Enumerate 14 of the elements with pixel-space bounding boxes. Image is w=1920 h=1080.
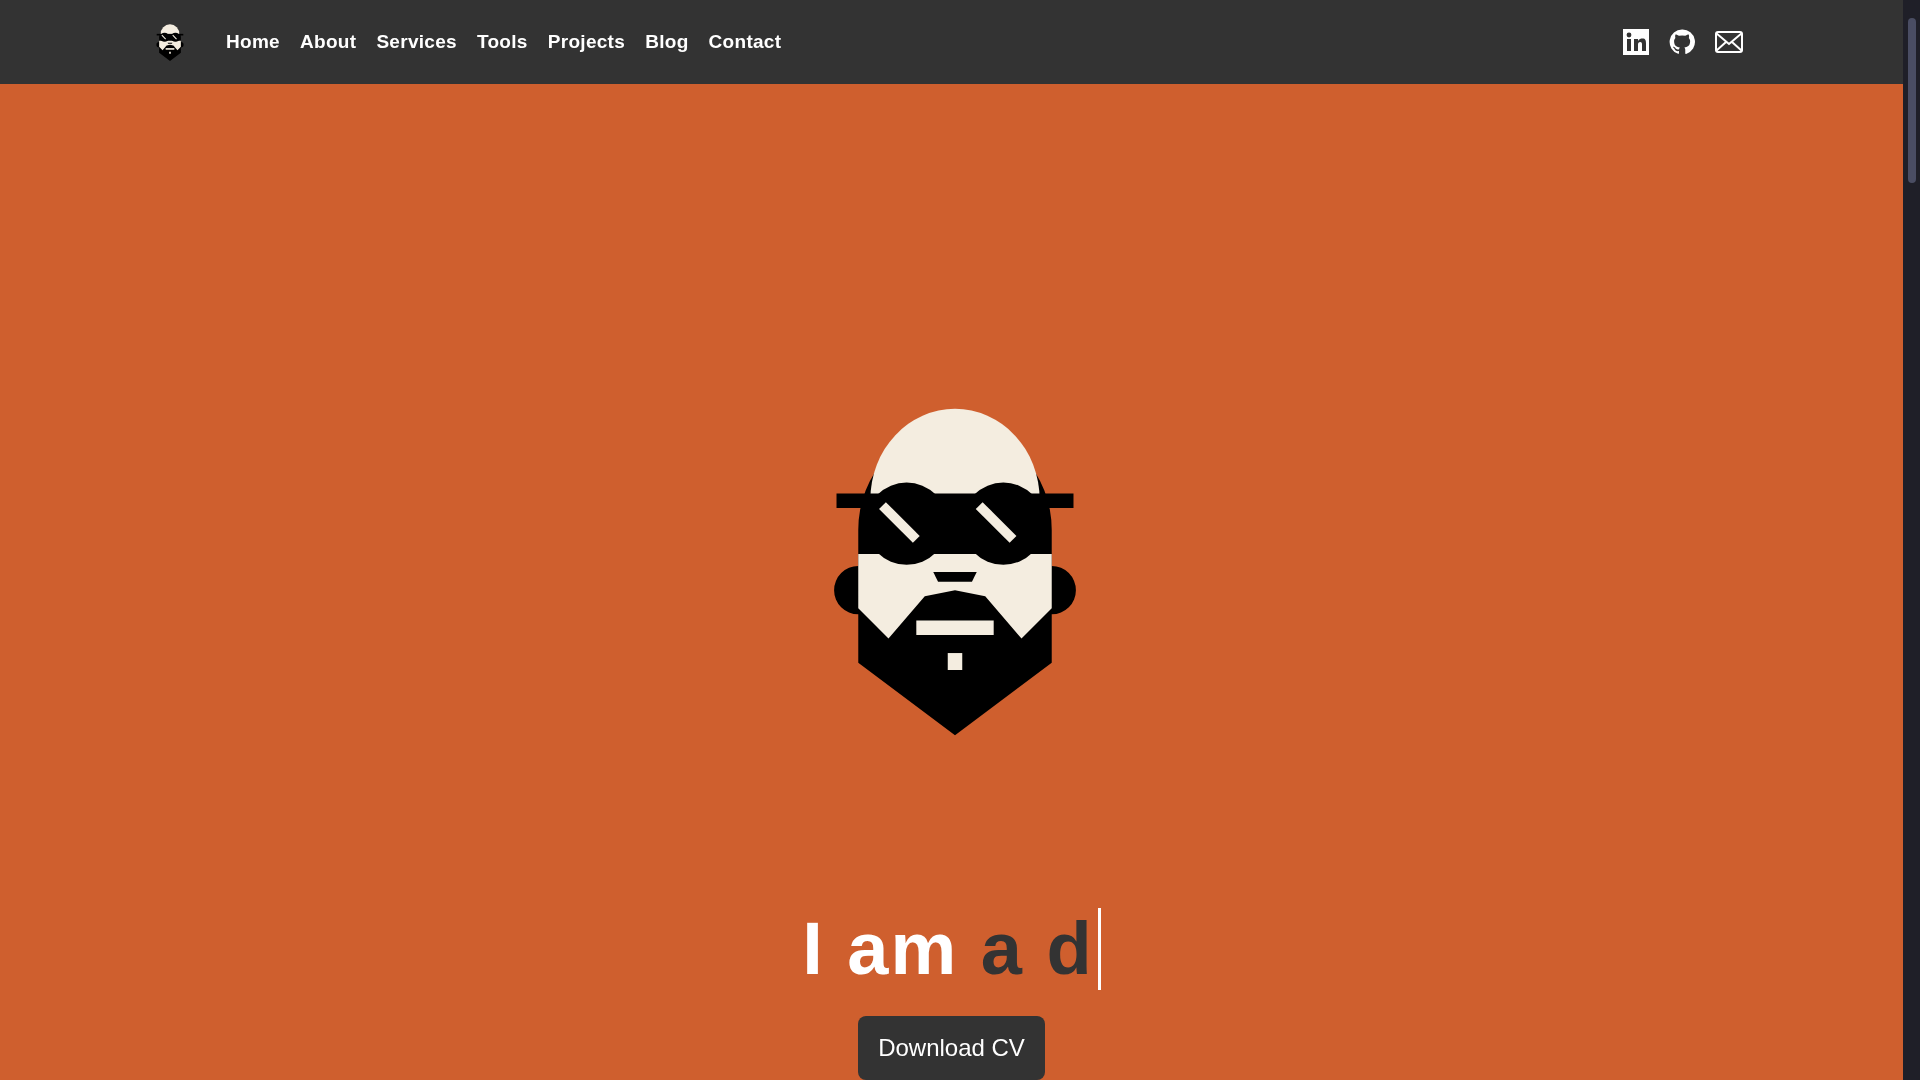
mascot-logo-icon xyxy=(155,23,185,61)
mail-icon[interactable] xyxy=(1715,31,1743,53)
typed-headline: I am a d xyxy=(802,912,1094,986)
nav-link[interactable]: Blog xyxy=(645,27,689,57)
nav-link[interactable]: Tools xyxy=(476,27,528,57)
nav-link[interactable]: Projects xyxy=(547,27,626,57)
download-cv-button[interactable]: Download CV xyxy=(858,1016,1045,1080)
github-icon[interactable] xyxy=(1669,29,1695,55)
nav-link[interactable]: Services xyxy=(376,27,457,57)
scrollbar[interactable] xyxy=(1903,0,1920,1080)
nav-link[interactable]: Contact xyxy=(708,27,782,57)
nav-link[interactable]: About xyxy=(300,27,357,57)
linkedin-icon[interactable] xyxy=(1623,29,1649,55)
nav-link[interactable]: Home xyxy=(226,27,280,57)
